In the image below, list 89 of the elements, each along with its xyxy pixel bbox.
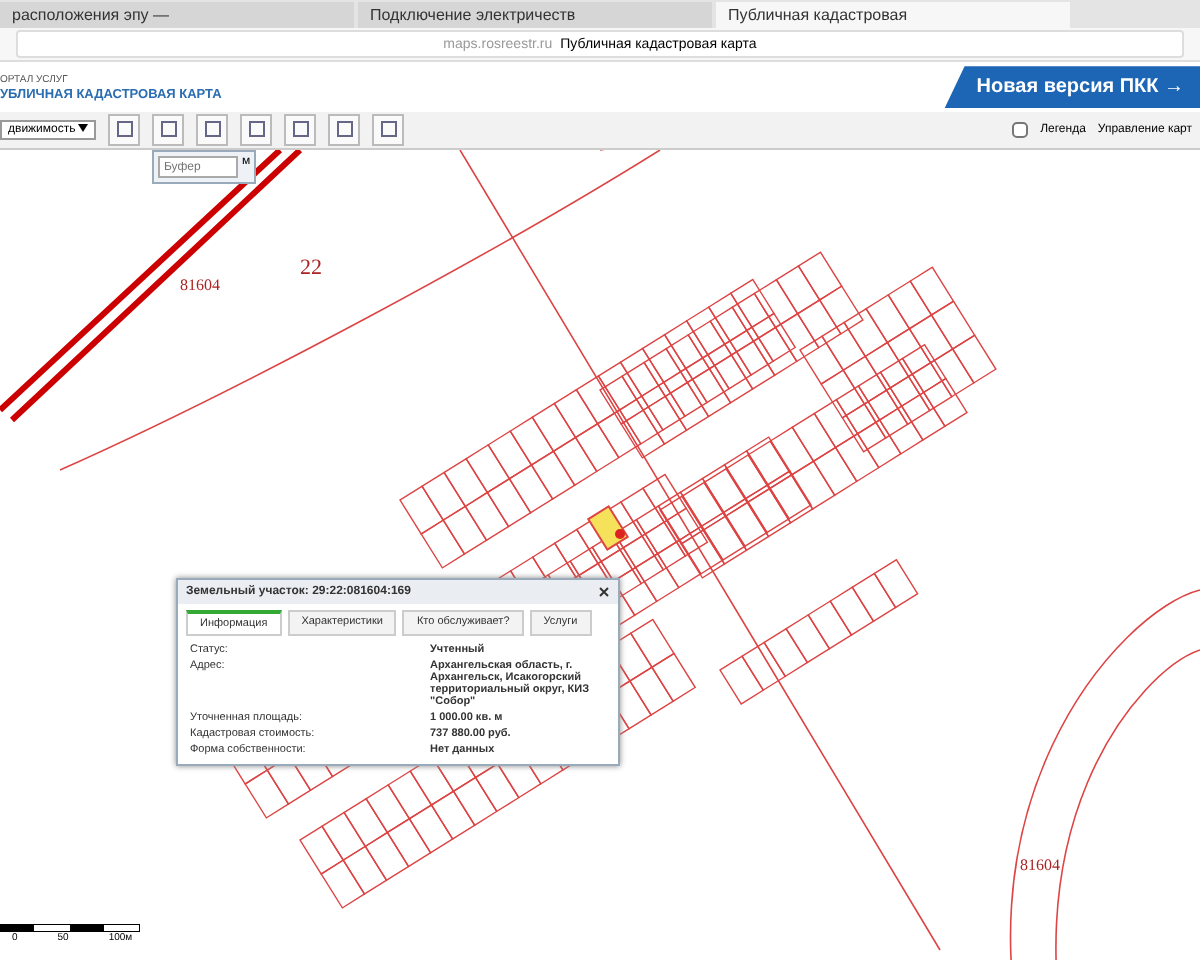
- land-parcel: [763, 627, 809, 678]
- land-parcel: [708, 354, 754, 404]
- land-parcel: [641, 473, 688, 524]
- land-parcel: [634, 552, 680, 603]
- close-icon[interactable]: [598, 586, 610, 598]
- land-parcel: [922, 377, 968, 428]
- land-parcel: [841, 403, 887, 453]
- browser-tab[interactable]: Публичная кадастровая: [716, 2, 1070, 29]
- land-parcel: [650, 652, 697, 703]
- land-parcel: [878, 405, 924, 455]
- land-parcel: [452, 776, 498, 827]
- tool-icon[interactable]: [372, 113, 405, 146]
- tool-icon[interactable]: [328, 113, 361, 146]
- land-parcel: [785, 613, 831, 664]
- land-parcel: [741, 641, 787, 692]
- land-parcel: [474, 762, 520, 813]
- land-parcel: [408, 804, 454, 854]
- land-parcel: [442, 505, 488, 556]
- land-parcel: [420, 519, 466, 569]
- land-parcel: [752, 326, 798, 377]
- land-parcel: [552, 436, 598, 487]
- browser-tab[interactable]: Подключение электричеств: [358, 2, 712, 29]
- land-parcel: [885, 375, 931, 426]
- land-parcel: [640, 381, 686, 432]
- browser-tab[interactable]: расположения эпу —: [0, 2, 354, 29]
- land-parcel: [596, 408, 642, 459]
- land-parcel: [684, 353, 730, 404]
- legend-checkbox[interactable]: [1012, 121, 1029, 138]
- location-marker: [615, 529, 625, 539]
- land-parcel: [929, 348, 975, 398]
- land-parcel: [907, 361, 953, 412]
- land-parcel: [486, 477, 532, 528]
- land-parcel: [320, 859, 366, 909]
- caret-icon: [78, 123, 89, 132]
- map-label: 81604: [1020, 856, 1060, 874]
- land-parcel: [619, 534, 665, 585]
- land-parcel: [728, 326, 775, 376]
- land-parcel: [464, 491, 510, 542]
- land-parcel: [620, 409, 666, 459]
- land-parcel: [797, 251, 843, 301]
- land-parcel: [508, 464, 554, 514]
- land-parcel: [829, 586, 875, 636]
- land-parcel: [663, 507, 709, 558]
- tool-icon[interactable]: [240, 113, 273, 146]
- land-parcel: [629, 618, 675, 669]
- land-parcel: [244, 769, 290, 819]
- land-parcel: [750, 312, 797, 363]
- land-parcel: [342, 845, 388, 896]
- land-parcel: [873, 558, 919, 609]
- land-parcel: [818, 285, 864, 335]
- land-parcel: [656, 538, 702, 589]
- land-parcel: [812, 446, 858, 497]
- land-parcel: [774, 312, 820, 363]
- land-parcel: [863, 389, 909, 439]
- land-parcel: [719, 655, 765, 705]
- map-label: 22: [300, 256, 322, 280]
- tool-icon[interactable]: [284, 113, 317, 146]
- land-parcel: [951, 334, 997, 384]
- land-parcel: [856, 418, 902, 469]
- land-parcel: [642, 395, 688, 446]
- tool-icon[interactable]: [108, 113, 141, 146]
- land-parcel: [909, 266, 955, 316]
- land-parcel: [729, 278, 775, 329]
- land-parcel: [364, 831, 410, 882]
- land-parcel: [430, 790, 476, 840]
- land-parcel: [386, 817, 432, 868]
- land-parcel: [662, 367, 708, 418]
- land-parcel: [796, 298, 842, 349]
- land-parcel: [574, 422, 620, 473]
- tool-icon[interactable]: [152, 113, 185, 146]
- land-parcel: [730, 340, 776, 390]
- land-parcel: [834, 432, 880, 483]
- new-version-link[interactable]: Новая версия ПКК →: [944, 66, 1200, 109]
- land-parcel: [618, 395, 664, 445]
- land-parcel: [686, 367, 732, 418]
- tool-icon[interactable]: [196, 113, 229, 146]
- land-parcel: [851, 572, 897, 623]
- land-parcel: [790, 460, 836, 510]
- selected-parcel: [586, 505, 630, 551]
- land-parcel: [664, 381, 710, 432]
- land-parcel: [807, 600, 853, 650]
- land-parcel: [930, 300, 976, 350]
- land-parcel: [641, 521, 687, 571]
- land-parcel: [706, 340, 753, 390]
- land-parcel: [900, 391, 946, 442]
- land-parcel: [901, 343, 947, 394]
- land-parcel: [530, 450, 576, 500]
- land-parcel: [628, 666, 675, 716]
- map-label: 81604: [180, 276, 220, 294]
